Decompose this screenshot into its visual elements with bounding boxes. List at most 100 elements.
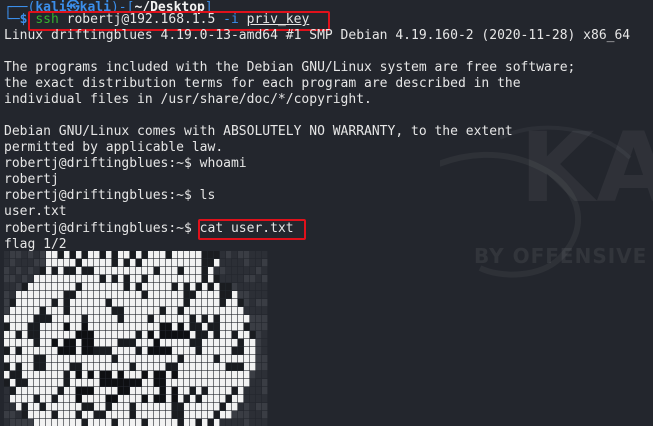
ascii-art-cell <box>52 267 58 275</box>
ascii-art-cell <box>76 323 82 331</box>
ascii-art-cell <box>148 363 154 371</box>
ascii-art-cell <box>46 371 52 379</box>
ascii-art-cell <box>220 283 226 291</box>
ascii-art-cell <box>142 307 148 315</box>
ascii-art-cell <box>166 411 172 419</box>
ascii-art-cell <box>262 387 268 395</box>
ascii-art-cell <box>88 411 94 419</box>
ascii-art-cell <box>256 403 262 411</box>
ascii-art-cell <box>232 403 238 411</box>
ascii-art-cell <box>244 299 250 307</box>
ascii-art-cell <box>226 419 232 426</box>
ascii-art-cell <box>82 403 88 411</box>
ascii-art-cell <box>232 411 238 419</box>
ascii-art-cell <box>160 395 166 403</box>
ascii-art-cell <box>172 403 178 411</box>
ascii-art-cell <box>220 347 226 355</box>
ascii-art-cell <box>70 371 76 379</box>
ascii-art-cell <box>10 387 16 395</box>
ascii-art-cell <box>172 387 178 395</box>
ascii-art-cell <box>244 419 250 426</box>
ascii-art-cell <box>34 299 40 307</box>
ascii-art-cell <box>76 291 82 299</box>
ascii-art-cell <box>52 283 58 291</box>
ascii-art-cell <box>256 411 262 419</box>
ascii-art-cell <box>4 299 10 307</box>
ascii-art-cell <box>172 291 178 299</box>
ascii-art-cell <box>40 331 46 339</box>
ascii-art-cell <box>82 419 88 426</box>
ascii-art-cell <box>46 259 52 267</box>
ascii-art-cell <box>28 307 34 315</box>
ascii-art-cell <box>100 411 106 419</box>
ascii-art-cell <box>64 267 70 275</box>
ascii-art-cell <box>124 395 130 403</box>
ascii-art-cell <box>136 339 142 347</box>
warranty-line-1: Debian GNU/Linux comes with ABSOLUTELY N… <box>4 124 513 139</box>
ascii-art-cell <box>112 331 118 339</box>
ascii-art-cell <box>10 323 16 331</box>
ascii-art-cell <box>52 403 58 411</box>
ascii-art-cell <box>190 251 196 259</box>
ascii-art-cell <box>256 339 262 347</box>
ascii-art-cell <box>262 395 268 403</box>
ascii-art-cell <box>148 419 154 426</box>
ascii-art-cell <box>46 355 52 363</box>
ascii-art-cell <box>160 323 166 331</box>
ascii-art-cell <box>232 315 238 323</box>
ascii-art-cell <box>196 411 202 419</box>
ascii-art-cell <box>226 411 232 419</box>
ascii-art-cell <box>100 283 106 291</box>
ascii-art-cell <box>64 251 70 259</box>
ascii-art-cell <box>40 363 46 371</box>
ascii-art-cell <box>178 379 184 387</box>
ascii-art-cell <box>226 371 232 379</box>
ascii-art-cell <box>226 395 232 403</box>
whoami-output: robertj <box>4 172 59 187</box>
ascii-art-cell <box>136 331 142 339</box>
ascii-art-cell <box>142 387 148 395</box>
ascii-art-cell <box>244 323 250 331</box>
ascii-art-cell <box>184 411 190 419</box>
ascii-art-cell <box>232 395 238 403</box>
ascii-art-cell <box>226 363 232 371</box>
ascii-art-cell <box>52 251 58 259</box>
ascii-art-cell <box>244 315 250 323</box>
ascii-art-cell <box>166 275 172 283</box>
ascii-art-cell <box>136 411 142 419</box>
ascii-art-cell <box>100 379 106 387</box>
ascii-art-cell <box>196 403 202 411</box>
ascii-art-cell <box>262 339 268 347</box>
ascii-art-cell <box>40 323 46 331</box>
ascii-art-cell <box>124 275 130 283</box>
ascii-art-cell <box>148 291 154 299</box>
ascii-art-cell <box>166 347 172 355</box>
ascii-art-cell <box>244 283 250 291</box>
ascii-art-cell <box>214 419 220 426</box>
ascii-art-cell <box>118 315 124 323</box>
ascii-art-cell <box>232 275 238 283</box>
ascii-art-cell <box>82 291 88 299</box>
ascii-art-cell <box>178 259 184 267</box>
ascii-art-cell <box>220 411 226 419</box>
ascii-art-cell <box>178 347 184 355</box>
ascii-art-cell <box>70 419 76 426</box>
ascii-art-cell <box>184 339 190 347</box>
ascii-art-cell <box>94 419 100 426</box>
ascii-art-cell <box>214 267 220 275</box>
terminal-window[interactable]: KALI BY OFFENSIVE S ┌──(kali㉿kali)-[~/De… <box>0 0 653 426</box>
ascii-art-cell <box>22 323 28 331</box>
ascii-art-cell <box>154 419 160 426</box>
ascii-art-cell <box>76 419 82 426</box>
ascii-art-cell <box>34 259 40 267</box>
ascii-art-cell <box>250 291 256 299</box>
ascii-art-cell <box>208 315 214 323</box>
ascii-art-cell <box>16 283 22 291</box>
ascii-art-cell <box>52 299 58 307</box>
ascii-art-cell <box>10 411 16 419</box>
ascii-art-cell <box>10 339 16 347</box>
ascii-art-cell <box>226 267 232 275</box>
ascii-art-cell <box>160 411 166 419</box>
ascii-art-cell <box>64 307 70 315</box>
ascii-art-cell <box>220 299 226 307</box>
